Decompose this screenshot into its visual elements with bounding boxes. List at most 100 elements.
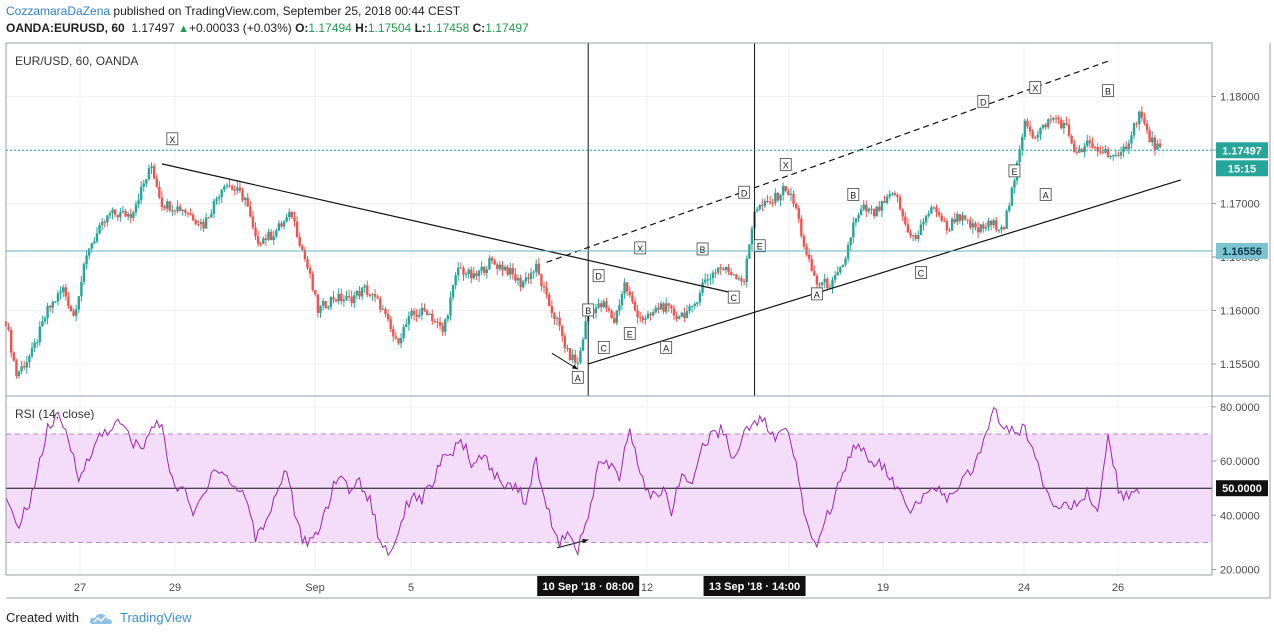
- candle-body: [384, 308, 387, 314]
- candle-body: [963, 215, 967, 220]
- candle-body: [646, 313, 650, 319]
- candle-body: [1034, 137, 1037, 139]
- candle-body: [119, 212, 122, 218]
- candle-body: [126, 214, 130, 217]
- candle-body: [849, 237, 852, 246]
- candle-body: [527, 277, 530, 280]
- candle-body: [800, 218, 803, 236]
- candle-body: [1096, 147, 1099, 152]
- candle-body: [95, 233, 99, 242]
- candle-body: [709, 278, 712, 280]
- chart-area[interactable]: XABCDEXABCDEXABCDEXAB 1.180001.175001.17…: [0, 0, 1274, 636]
- candle-body: [628, 291, 631, 296]
- candle-body: [1021, 136, 1024, 150]
- candle-body: [236, 187, 239, 191]
- candle-body: [771, 202, 774, 204]
- candle-body: [67, 296, 70, 307]
- candle-body: [184, 210, 187, 213]
- candle-body: [841, 264, 845, 268]
- candle-body: [779, 194, 782, 201]
- candle-body: [581, 339, 585, 351]
- candle-body: [493, 260, 496, 265]
- candle-body: [693, 303, 696, 306]
- candle-body: [412, 310, 416, 315]
- candle-body: [605, 301, 608, 309]
- rsi-tick-label: 40.0000: [1220, 510, 1260, 522]
- wave-label: C: [601, 343, 608, 353]
- candle-body: [857, 215, 860, 219]
- candle-body: [204, 217, 208, 229]
- candle-body: [1023, 120, 1027, 137]
- rsi-tick-label: 20.0000: [1220, 565, 1260, 577]
- candle-body: [290, 212, 294, 218]
- candle-body: [532, 271, 535, 273]
- candle-body: [1057, 118, 1060, 120]
- candle-body: [1125, 146, 1128, 150]
- candle-body: [1031, 131, 1034, 138]
- candle-body: [280, 223, 283, 227]
- candle-body: [506, 266, 509, 275]
- candle-body: [472, 273, 476, 279]
- date-highlight-label: 13 Sep '18 · 14:00: [709, 581, 800, 593]
- candle-body: [735, 274, 738, 279]
- candle-body: [267, 231, 270, 240]
- candle-body: [1062, 123, 1066, 129]
- candle-body: [664, 303, 668, 312]
- candle-body: [30, 348, 34, 357]
- candle-body: [376, 296, 379, 299]
- candle-body: [719, 267, 722, 269]
- candle-body: [324, 301, 327, 309]
- candle-body: [766, 200, 769, 202]
- candle-body: [33, 342, 36, 349]
- candle-body: [155, 178, 158, 187]
- candle-body: [610, 310, 613, 319]
- price-tick-label: 1.15500: [1220, 359, 1260, 371]
- candle-body: [1099, 151, 1102, 153]
- candle-body: [451, 285, 455, 298]
- candle-body: [651, 312, 655, 316]
- candle-body: [898, 197, 902, 210]
- candle-body: [217, 197, 221, 199]
- candle-body: [199, 221, 203, 225]
- candle-body: [176, 206, 179, 212]
- candle-body: [1065, 123, 1068, 125]
- candle-body: [269, 231, 273, 241]
- candle-body: [1104, 149, 1107, 153]
- candle-body: [548, 294, 551, 306]
- candle-body: [163, 206, 166, 209]
- candle-body: [1052, 118, 1055, 120]
- wave-label: X: [1032, 83, 1038, 93]
- candle-body: [519, 277, 522, 288]
- candle-body: [48, 305, 52, 308]
- candle-body: [883, 201, 886, 203]
- candle-body: [976, 227, 980, 233]
- candle-body: [1036, 134, 1040, 138]
- candle-body: [168, 201, 171, 211]
- tradingview-link[interactable]: TradingView: [120, 610, 192, 625]
- candle-body: [672, 308, 676, 316]
- candle-body: [165, 201, 169, 209]
- candle-body: [696, 302, 699, 304]
- rsi-pane-title: RSI (14, close): [15, 407, 94, 421]
- candle-body: [584, 321, 587, 340]
- candle-body: [992, 220, 995, 226]
- candle-body: [288, 212, 291, 218]
- candle-body: [436, 321, 439, 323]
- candle-body: [111, 209, 114, 214]
- candle-body: [249, 206, 252, 217]
- candle-body: [607, 308, 611, 311]
- candle-body: [758, 205, 761, 210]
- time-tick-label: 29: [169, 582, 181, 594]
- candle-body: [64, 287, 67, 297]
- candle-body: [631, 295, 634, 302]
- candle-body: [896, 194, 899, 198]
- candle-body: [483, 266, 486, 273]
- time-tick-label: 24: [1018, 582, 1030, 594]
- candle-body: [677, 316, 681, 320]
- candle-body: [724, 266, 728, 271]
- candle-body: [181, 210, 184, 212]
- candle-body: [308, 267, 312, 274]
- candle-body: [932, 207, 936, 209]
- candle-body: [732, 274, 735, 276]
- candle-body: [571, 354, 574, 361]
